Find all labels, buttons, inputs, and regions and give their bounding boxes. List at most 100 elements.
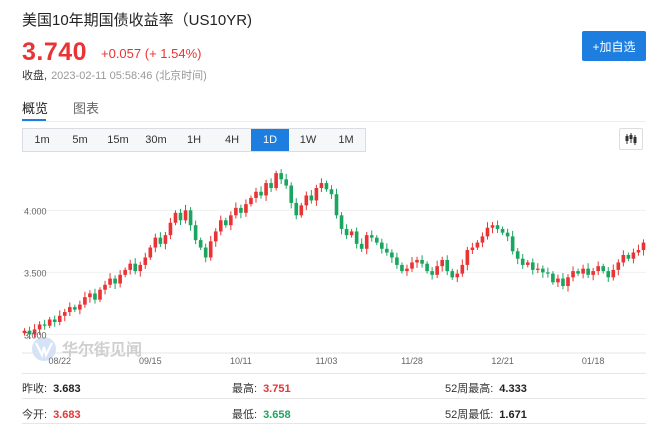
candle-body: [606, 271, 611, 278]
candle-body: [203, 247, 208, 258]
candle-body: [369, 235, 374, 238]
candle-body: [410, 262, 414, 269]
price-change: +0.057 (+ 1.54%): [101, 46, 202, 61]
period-15m-button[interactable]: 15m: [99, 129, 137, 151]
candle-body: [591, 271, 595, 275]
stat-value: 3.683: [53, 409, 81, 421]
candle-body: [581, 268, 585, 274]
candle-body: [510, 236, 515, 252]
candle-body: [551, 273, 555, 283]
candle-body: [67, 307, 72, 313]
candle-body: [535, 268, 540, 270]
period-1h-button[interactable]: 1H: [175, 129, 213, 151]
tab-overview[interactable]: 概览: [22, 98, 48, 117]
candle-body: [556, 278, 560, 283]
period-30m-button[interactable]: 30m: [137, 129, 175, 151]
candle-body: [541, 268, 545, 273]
stat-value: 1.671: [499, 409, 527, 421]
candle-body: [500, 228, 505, 233]
candle-body: [229, 215, 233, 226]
candle-body: [37, 324, 42, 330]
candle-body: [193, 225, 198, 241]
candle-body: [314, 188, 319, 201]
candle-body: [349, 231, 354, 236]
candle-body: [57, 315, 62, 322]
period-5m-button[interactable]: 5m: [61, 129, 99, 151]
candle-body: [470, 247, 475, 251]
candle-body: [505, 232, 510, 237]
x-tick-label: 11/28: [401, 356, 423, 366]
tab-chart[interactable]: 图表: [73, 98, 99, 117]
period-1mo-button[interactable]: 1M: [327, 129, 365, 151]
candle-body: [400, 264, 404, 272]
candle-body: [42, 324, 47, 326]
candle-body: [344, 228, 349, 236]
x-tick-label: 12/21: [491, 356, 514, 366]
candle-body: [244, 204, 248, 213]
stat-open: 今开: 3.683: [22, 406, 81, 422]
period-4h-button[interactable]: 4H: [213, 129, 251, 151]
stat-value: 3.751: [263, 383, 291, 395]
candle-body: [601, 266, 606, 272]
x-tick-label: 09/15: [139, 356, 162, 366]
candle-body: [636, 250, 641, 253]
candle-body: [460, 264, 465, 274]
watermark-text: 华尔街见闻: [62, 340, 142, 359]
candle-body: [415, 259, 419, 263]
candle-body: [113, 278, 117, 284]
candle-body: [83, 297, 87, 305]
candle-body: [294, 202, 299, 216]
candle-body: [108, 278, 112, 285]
candle-body: [173, 212, 178, 223]
candle-body: [561, 278, 565, 287]
candle-body: [359, 243, 364, 249]
stat-label: 昨收:: [22, 383, 48, 395]
candlestick-chart-icon[interactable]: [619, 128, 643, 150]
candle-body: [208, 241, 213, 258]
period-1m-button[interactable]: 1m: [23, 129, 61, 151]
y-tick-label: 3.500: [24, 268, 47, 278]
candle-body: [390, 252, 394, 258]
candle-body: [259, 191, 263, 196]
candle-body: [309, 195, 314, 201]
candle-body: [616, 262, 621, 270]
stat-value: 3.658: [263, 409, 291, 421]
candle-body: [158, 237, 163, 244]
candle-body: [319, 183, 324, 189]
candle-body: [586, 268, 590, 275]
candle-body: [339, 215, 344, 229]
instrument-title: 美国10年期国债收益率（US10YR): [22, 12, 253, 29]
candle-body: [138, 264, 143, 272]
x-tick-label: 10/11: [230, 356, 252, 366]
period-1d-button[interactable]: 1D: [251, 129, 289, 151]
candle-body: [103, 284, 107, 290]
candle-body: [525, 262, 530, 265]
candle-body: [213, 231, 218, 242]
candle-body: [52, 319, 57, 322]
candle-body: [128, 263, 133, 270]
stat-label: 今开:: [22, 409, 48, 421]
candle-body: [88, 293, 92, 298]
candle-body: [279, 173, 283, 180]
price-chart[interactable]: 华尔街见闻 4.000 3.500 3.000 08/22 09/15 10/11 11/…: [22, 157, 646, 370]
stat-value: 3.683: [53, 383, 81, 395]
candle-body: [425, 263, 429, 272]
candle-body: [445, 259, 450, 272]
candle-body: [485, 227, 490, 237]
candle-body: [631, 252, 636, 259]
active-tab-indicator: [22, 119, 46, 121]
add-watchlist-button[interactable]: +加自选: [582, 31, 646, 61]
y-tick-label: 3.000: [24, 330, 47, 340]
candle-body: [626, 255, 631, 259]
candle-body: [430, 271, 434, 275]
candle-body: [374, 237, 379, 243]
period-1w-button[interactable]: 1W: [289, 129, 327, 151]
candle-body: [420, 259, 424, 264]
candle-body: [289, 185, 294, 203]
x-tick-label: 08/22: [48, 356, 71, 366]
candle-body: [143, 257, 148, 265]
candle-body: [395, 257, 399, 265]
stat-label: 最高:: [232, 383, 258, 395]
stat-52w-low: 52周最低: 1.671: [445, 406, 527, 422]
stat-label: 52周最高:: [445, 383, 494, 395]
